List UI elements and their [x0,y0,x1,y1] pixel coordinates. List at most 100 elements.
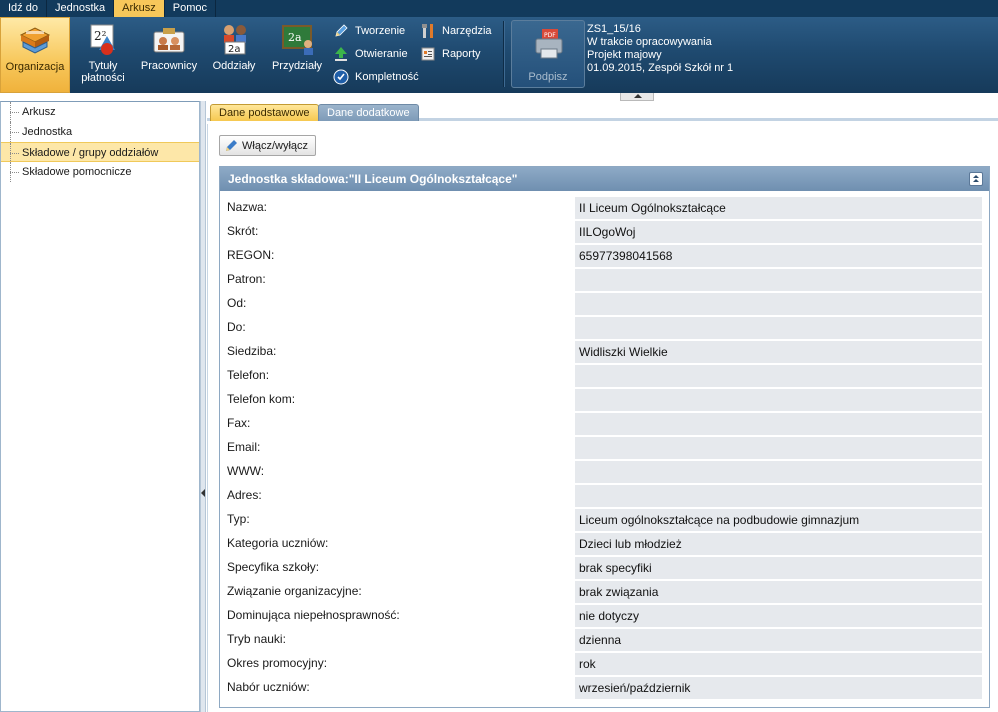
tworzenie-label: Tworzenie [355,25,406,37]
narzedzia-label: Narzędzia [442,25,492,37]
small-actions-group-2: Narzędzia Raporty [420,21,492,67]
kompletnosc-button[interactable]: Kompletność [333,67,419,87]
field-value [575,317,982,339]
raporty-button[interactable]: Raporty [420,44,492,64]
sheet-date-unit: 01.09.2015, Zespół Szkół nr 1 [587,62,734,74]
sheet-info: ZS1_15/16 W trakcie opracowywania Projek… [587,23,733,75]
oddzialy-button[interactable]: 2a Oddziały [206,17,262,93]
field-value: dzienna [575,629,982,651]
field-value [575,437,982,459]
field-label: Telefon kom: [227,392,296,406]
math-symbols-icon: 2² [85,22,121,56]
field-label: Telefon: [227,368,270,382]
menu-item-idz-do[interactable]: Idź do [0,0,47,17]
tree-item-skladowe-pomocnicze[interactable]: Składowe pomocnicze [1,162,199,182]
edit-pencil-icon [225,139,238,152]
navigation-tree: Arkusz Jednostka Składowe / grupy oddzia… [0,101,200,712]
pracownicy-label: Pracownicy [140,60,198,72]
tab-content: Włącz/wyłącz Jednostka składowa:"II Lice… [207,124,998,712]
tytuly-label-line2: płatności [81,72,125,84]
field-value [575,389,982,411]
field-row: Siedziba: Widliszki Wielkie [220,341,989,365]
field-value: brak specyfiki [575,557,982,579]
organizacja-button[interactable]: Organizacja [0,17,70,93]
field-label: Siedziba: [227,344,277,358]
wlacz-wylacz-button[interactable]: Włącz/wyłącz [219,135,317,156]
field-row: Nazwa: II Liceum Ogólnokształcące [220,197,989,221]
wlacz-wylacz-label: Włącz/wyłącz [242,139,309,152]
main-content: Dane podstawowe Dane dodatkowe Włącz/wył… [207,101,998,712]
field-row: WWW: [220,461,989,485]
field-row: Email: [220,437,989,461]
unit-details-panel: Jednostka składowa:"II Liceum Ogólnokszt… [219,166,990,708]
field-row: Telefon: [220,365,989,389]
field-label: Do: [227,320,246,334]
field-list: Nazwa: II Liceum Ogólnokształcące Skrót: II… [220,191,989,701]
field-label: Skrót: [227,224,259,238]
field-value: IILOgoWoj [575,221,982,243]
small-actions-group-1: Tworzenie Otwieranie Kompletność [333,21,419,90]
podpisz-label: Podpisz [528,71,568,83]
students-icon: 2a [216,22,252,56]
collapse-panel-icon[interactable] [969,172,983,186]
field-row: Dominująca niepełnosprawność: nie dotyczy [220,605,989,629]
field-value: rok [575,653,982,675]
panel-splitter[interactable] [200,101,206,712]
menu-item-arkusz[interactable]: Arkusz [114,0,165,17]
tab-strip: Dane podstawowe Dane dodatkowe [207,101,998,121]
tab-dane-podstawowe[interactable]: Dane podstawowe [210,104,319,121]
field-value [575,365,982,387]
tworzenie-button[interactable]: Tworzenie [333,21,419,41]
field-value: 65977398041568 [575,245,982,267]
field-value: nie dotyczy [575,605,982,627]
field-row: Okres promocyjny: rok [220,653,989,677]
field-row: REGON: 65977398041568 [220,245,989,269]
oddzialy-label: Oddziały [212,60,256,72]
field-label: Od: [227,296,247,310]
field-value [575,413,982,435]
field-label: Typ: [227,512,250,526]
check-circle-icon [333,69,349,85]
pracownicy-button[interactable]: Pracownicy [138,17,200,93]
tree-item-skladowe-grupy[interactable]: Składowe / grupy oddziałów [1,142,199,163]
svg-text:2a: 2a [228,44,241,55]
field-label: Fax: [227,416,251,430]
field-label: WWW: [227,464,265,478]
menu-item-pomoc[interactable]: Pomoc [165,0,216,17]
field-label: Patron: [227,272,266,286]
tree-item-arkusz[interactable]: Arkusz [1,102,199,122]
tytuly-platnosci-button[interactable]: 2² Tytuły płatności [72,17,134,93]
field-value [575,485,982,507]
panel-title: Jednostka składowa:"II Liceum Ogólnokszt… [228,172,518,186]
sheet-code: ZS1_15/16 [587,23,641,35]
ribbon-collapse-toggle[interactable] [620,93,654,101]
sheet-project: Projekt majowy [587,49,662,61]
kompletnosc-label: Kompletność [355,71,419,83]
tab-dane-dodatkowe[interactable]: Dane dodatkowe [318,104,419,121]
field-row: Od: [220,293,989,317]
otwieranie-button[interactable]: Otwieranie [333,44,419,64]
field-row: Tryb nauki: dzienna [220,629,989,653]
field-value: Dzieci lub młodzież [575,533,982,555]
ribbon-separator [503,21,504,87]
field-value: brak związania [575,581,982,603]
field-label: REGON: [227,248,275,262]
books-icon [17,23,53,57]
przydzialy-button[interactable]: 2a Przydziały [268,17,326,93]
collapse-left-icon[interactable] [201,489,205,497]
chalkboard-icon: 2a [279,22,315,56]
panel-header: Jednostka składowa:"II Liceum Ogólnokszt… [220,167,989,191]
field-label: Adres: [227,488,262,502]
field-row: Telefon kom: [220,389,989,413]
field-label: Email: [227,440,261,454]
menu-item-jednostka[interactable]: Jednostka [47,0,115,17]
podpisz-button[interactable]: PDF Podpisz [511,20,585,88]
sheet-status: W trakcie opracowywania [587,36,712,48]
field-value: II Liceum Ogólnokształcące [575,197,982,219]
upload-arrow-icon [333,46,349,62]
tytuly-label-line1: Tytuły [88,60,118,72]
field-row: Typ: Liceum ogólnokształcące na podbudowi… [220,509,989,533]
tree-item-jednostka[interactable]: Jednostka [1,122,199,142]
narzedzia-button[interactable]: Narzędzia [420,21,492,41]
field-row: Związanie organizacyjne: brak związania [220,581,989,605]
